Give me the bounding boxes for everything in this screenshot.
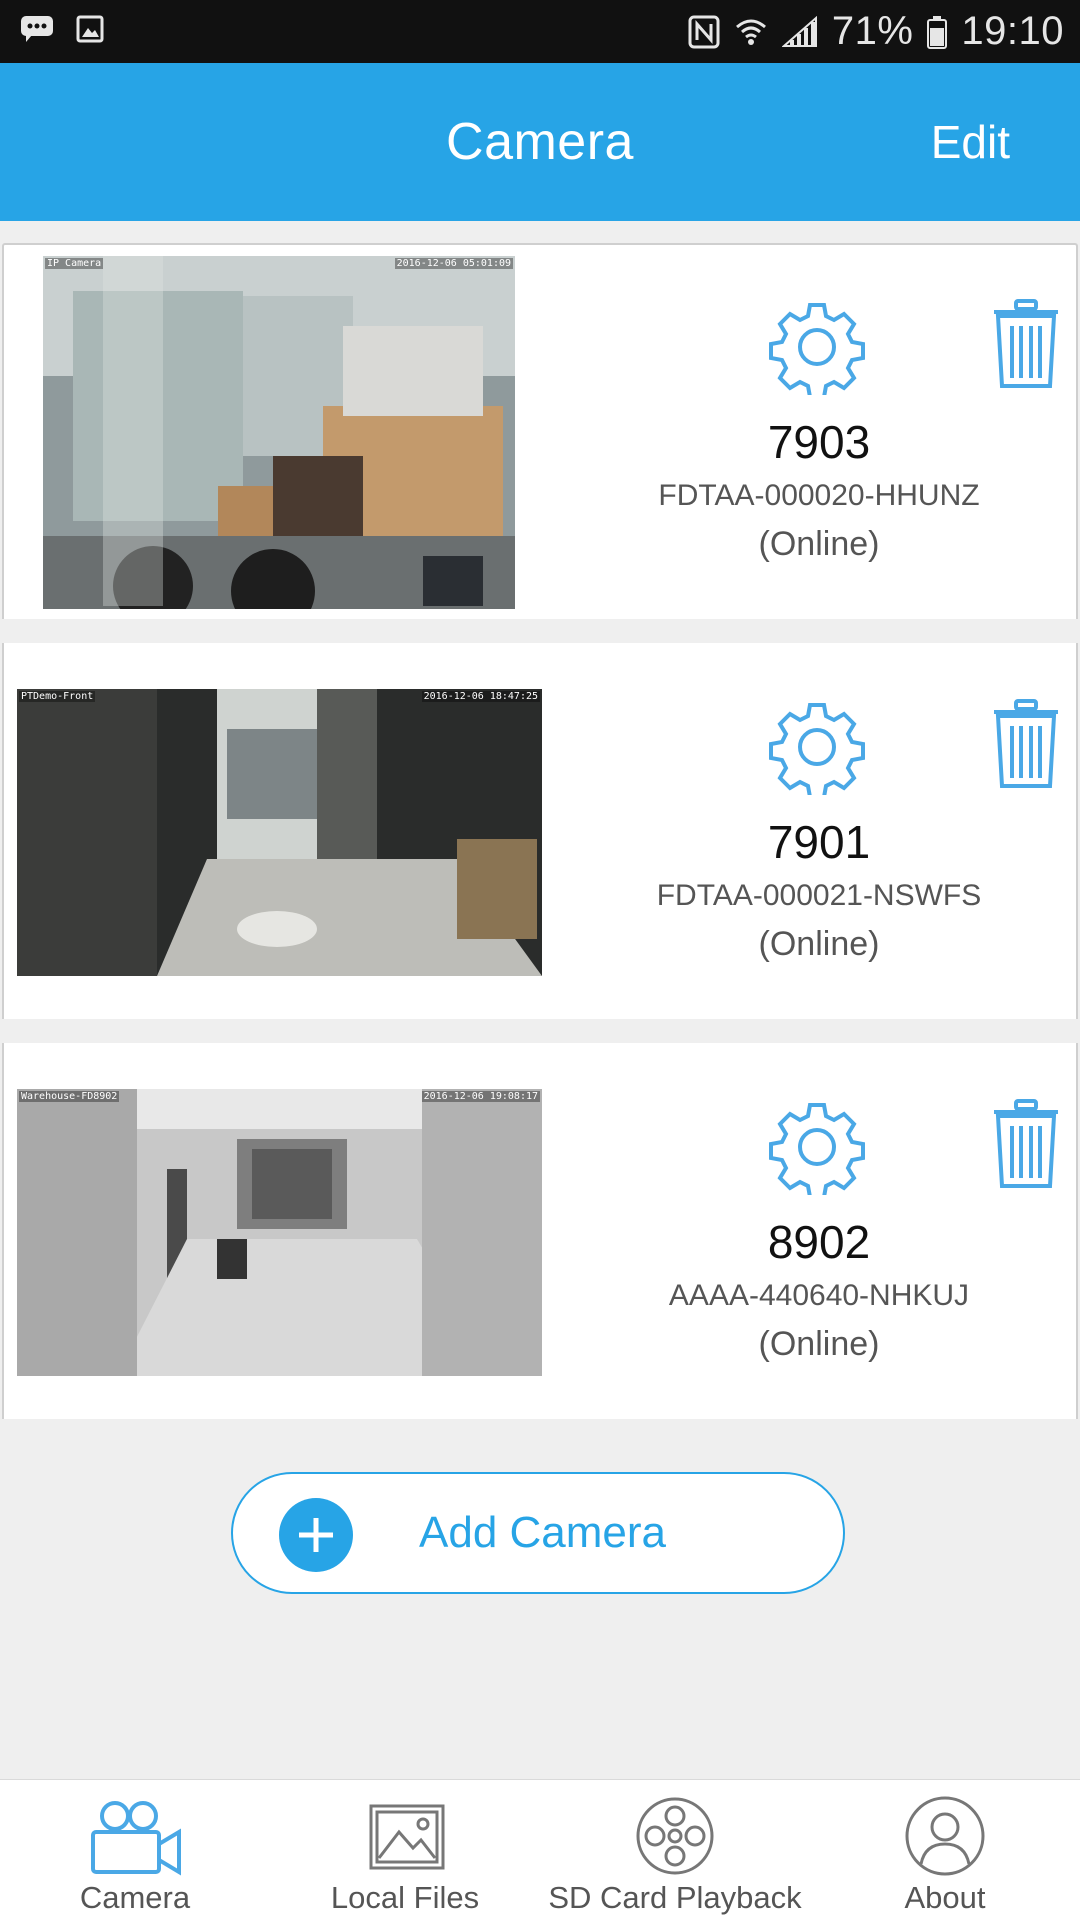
- delete-trash-icon[interactable]: [992, 698, 1060, 790]
- bottom-nav: Camera Local Files SD Card Playback Abou…: [0, 1779, 1080, 1921]
- camera-card[interactable]: PTDemo-Front 2016-12-06 18:47:25 7901 FD…: [2, 643, 1078, 1019]
- camera-uid: AAAA-440640-NHKUJ: [668, 1279, 970, 1312]
- video-camera-icon: [0, 1794, 270, 1878]
- camera-snapshot[interactable]: IP Camera 2016-12-06 05:01:09: [43, 256, 515, 609]
- camera-uid: FDTAA-000021-NSWFS: [656, 879, 982, 912]
- settings-gear-icon[interactable]: [769, 1099, 865, 1199]
- nav-item-camera[interactable]: Camera: [0, 1780, 270, 1921]
- osd-timestamp: 2016-12-06 18:47:25: [421, 691, 540, 702]
- plus-icon: [279, 1498, 353, 1572]
- camera-card[interactable]: Warehouse-FD8902 2016-12-06 19:08:17 890…: [2, 1043, 1078, 1419]
- camera-snapshot[interactable]: PTDemo-Front 2016-12-06 18:47:25: [17, 689, 542, 976]
- nav-label: Camera: [79, 1880, 191, 1915]
- page-title: Camera: [446, 113, 634, 171]
- camera-name: 7901: [767, 816, 871, 868]
- wifi-icon: [734, 15, 768, 49]
- message-icon: [20, 15, 54, 48]
- osd-title: PTDemo-Front: [19, 691, 96, 702]
- camera-name: 7903: [767, 416, 871, 468]
- signal-icon: [781, 15, 818, 48]
- nav-item-about[interactable]: About: [810, 1780, 1080, 1921]
- film-reel-icon: [540, 1794, 810, 1878]
- battery-icon: [927, 15, 948, 49]
- nav-label: SD Card Playback: [548, 1880, 802, 1915]
- delete-trash-icon[interactable]: [992, 1098, 1060, 1190]
- person-icon: [810, 1794, 1080, 1878]
- edit-button[interactable]: Edit: [931, 63, 1010, 221]
- gallery-icon: [270, 1794, 540, 1878]
- osd-timestamp: 2016-12-06 19:08:17: [421, 1091, 540, 1102]
- settings-gear-icon[interactable]: [769, 699, 865, 799]
- camera-status: (Online): [758, 525, 880, 563]
- osd-title: IP Camera: [45, 258, 104, 269]
- settings-gear-icon[interactable]: [769, 299, 865, 399]
- battery-percent: 71%: [831, 9, 914, 53]
- clock: 19:10: [961, 9, 1064, 53]
- nav-item-local-files[interactable]: Local Files: [270, 1780, 540, 1921]
- add-camera-label: Add Camera: [419, 1508, 667, 1557]
- delete-trash-icon[interactable]: [992, 298, 1060, 390]
- nav-label: Local Files: [330, 1880, 480, 1915]
- camera-uid: FDTAA-000020-HHUNZ: [658, 479, 980, 512]
- camera-card[interactable]: IP Camera 2016-12-06 05:01:09 7903 FDTAA…: [2, 243, 1078, 619]
- nfc-icon: [688, 15, 720, 49]
- camera-name: 8902: [767, 1216, 871, 1268]
- add-camera-button[interactable]: Add Camera: [231, 1472, 845, 1594]
- camera-status: (Online): [758, 925, 880, 963]
- camera-status: (Online): [758, 1325, 880, 1363]
- status-bar: 71% 19:10: [0, 0, 1080, 63]
- app-bar: Camera Edit: [0, 63, 1080, 221]
- osd-title: Warehouse-FD8902: [19, 1091, 120, 1102]
- image-icon: [76, 15, 104, 48]
- camera-snapshot[interactable]: Warehouse-FD8902 2016-12-06 19:08:17: [17, 1089, 542, 1376]
- osd-timestamp: 2016-12-06 05:01:09: [394, 258, 513, 269]
- nav-item-sd-card-playback[interactable]: SD Card Playback: [540, 1780, 810, 1921]
- nav-label: About: [904, 1880, 986, 1915]
